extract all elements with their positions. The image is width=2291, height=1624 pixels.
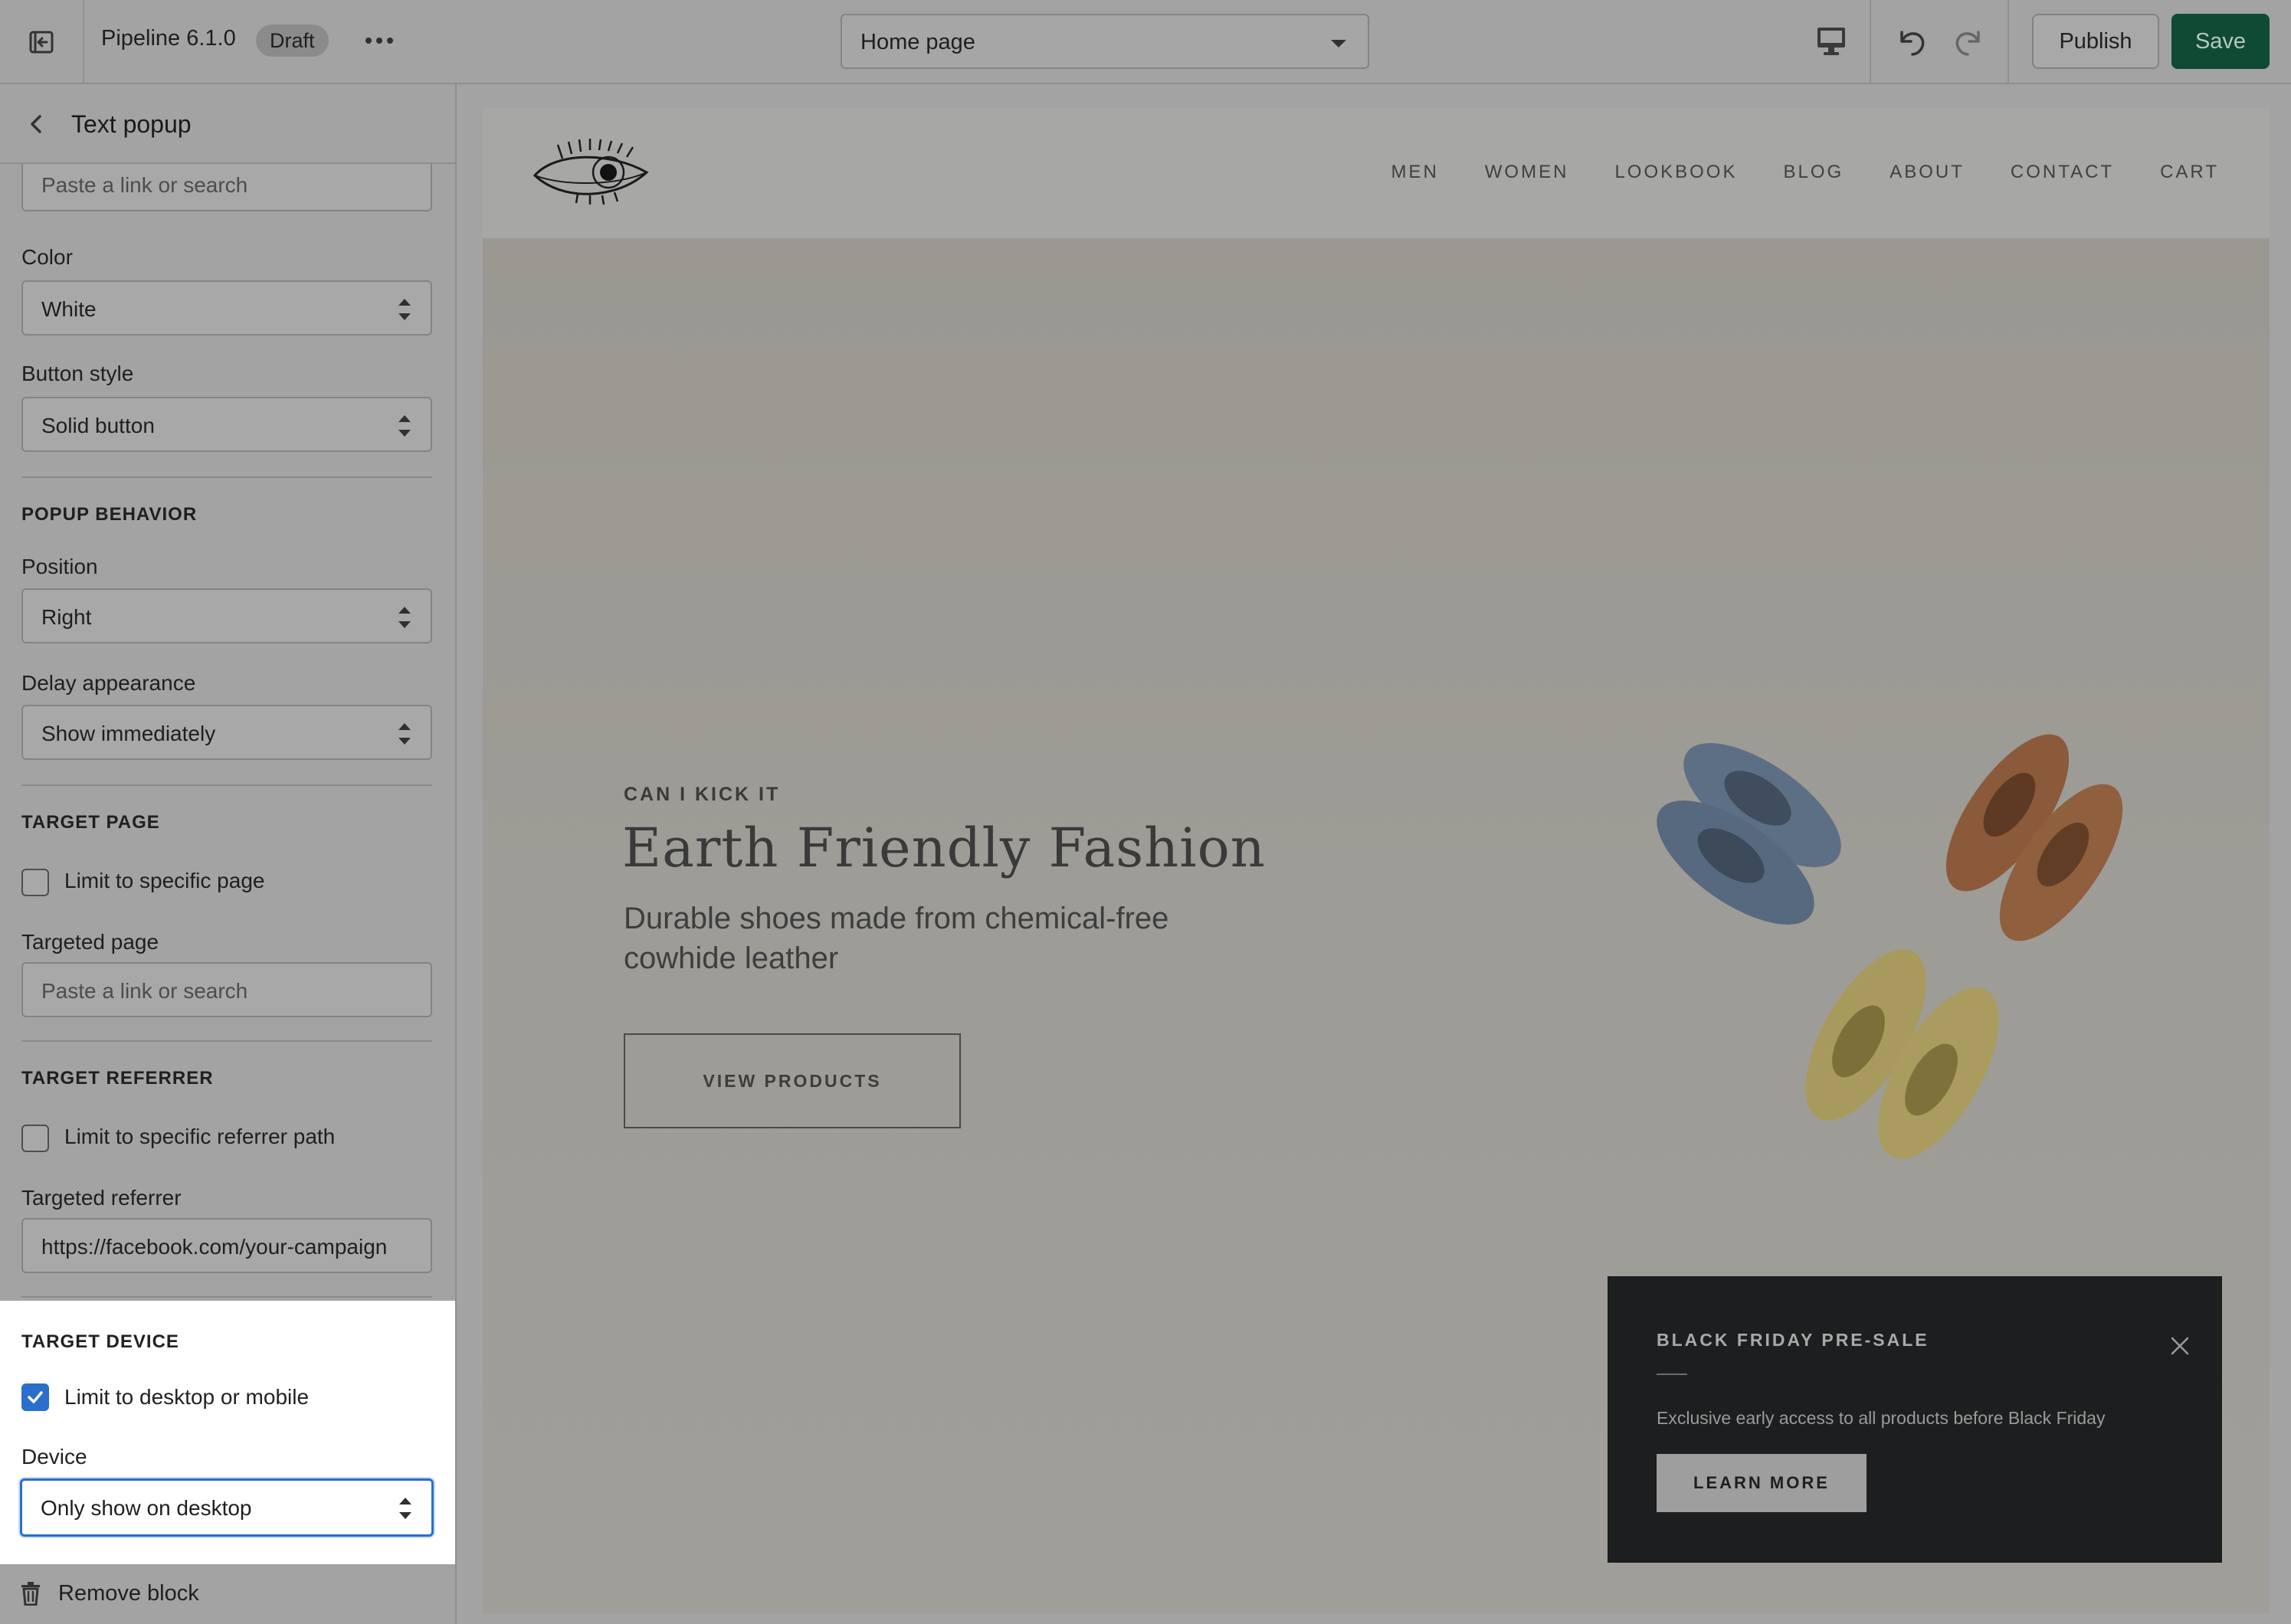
popup-text: Exclusive early access to all products b… — [1657, 1408, 2106, 1428]
undo-icon — [1900, 31, 1925, 56]
target-page-title: TARGET PAGE — [21, 812, 160, 833]
nav-item-lookbook[interactable]: LOOKBOOK — [1614, 162, 1737, 183]
desktop-icon — [1817, 28, 1845, 55]
more-actions-button[interactable] — [360, 23, 398, 58]
store-preview: MEN WOMEN LOOKBOOK BLOG ABOUT CONTACT CA… — [483, 108, 2270, 1613]
target-device-section: TARGET DEVICE Limit to desktop or mobile… — [0, 1301, 455, 1564]
device-select-value: Only show on desktop — [41, 1496, 252, 1520]
color-label: Color — [21, 245, 73, 269]
remove-block-button[interactable]: Remove block — [0, 1564, 455, 1624]
nav-item-blog[interactable]: BLOG — [1783, 162, 1844, 183]
targeted-referrer-value: https://facebook.com/your-campaign — [41, 1235, 388, 1259]
redo-button[interactable] — [1948, 21, 1991, 63]
view-products-button[interactable]: VIEW PRODUCTS — [624, 1033, 961, 1128]
more-icon-dot — [365, 38, 372, 44]
learn-more-button[interactable]: LEARN MORE — [1657, 1454, 1867, 1512]
undo-button[interactable] — [1890, 21, 1932, 63]
position-label: Position — [21, 555, 98, 578]
device-preview-button[interactable] — [1810, 21, 1853, 61]
select-arrows-icon — [398, 607, 411, 628]
redo-icon — [1955, 31, 1980, 56]
targeted-page-input[interactable]: Paste a link or search — [21, 962, 432, 1017]
delay-label: Delay appearance — [21, 671, 196, 695]
hero-subhead: Durable shoes made from chemical-free co… — [624, 902, 1169, 975]
toolbar-divider — [1870, 0, 1871, 84]
remove-block-label: Remove block — [58, 1581, 199, 1606]
link-input[interactable]: Paste a link or search — [21, 164, 432, 211]
popup-divider — [1657, 1374, 1687, 1375]
limit-page-checkbox-label[interactable]: Limit to specific page — [64, 869, 264, 893]
button-style-select[interactable]: Solid button — [21, 397, 432, 452]
sidebar-header: Text popup — [0, 84, 455, 164]
exit-button[interactable] — [0, 0, 84, 84]
targeted-page-label: Targeted page — [21, 930, 159, 954]
chevron-left-icon — [31, 115, 41, 133]
targeted-page-placeholder: Paste a link or search — [41, 979, 248, 1003]
popup-behavior-title: POPUP BEHAVIOR — [21, 504, 198, 525]
hero-headline: Earth Friendly Fashion — [622, 817, 1266, 879]
device-select[interactable]: Only show on desktop — [20, 1478, 434, 1537]
target-device-title: TARGET DEVICE — [21, 1331, 179, 1352]
settings-sidebar: Text popup Paste a link or search Color … — [0, 84, 457, 1624]
limit-device-checkbox-label[interactable]: Limit to desktop or mobile — [64, 1385, 309, 1410]
main-nav: MEN WOMEN LOOKBOOK BLOG ABOUT CONTACT CA… — [1391, 162, 2219, 183]
chevron-down-icon — [1331, 40, 1346, 47]
section-divider — [21, 784, 432, 786]
delay-select[interactable]: Show immediately — [21, 705, 432, 760]
text-popup: BLACK FRIDAY PRE-SALE Exclusive early ac… — [1608, 1276, 2222, 1563]
limit-device-checkbox[interactable] — [21, 1383, 49, 1411]
toolbar-divider — [2007, 0, 2009, 84]
checkmark-icon — [28, 1391, 43, 1403]
nav-item-contact[interactable]: CONTACT — [2011, 162, 2114, 183]
device-label: Device — [21, 1445, 87, 1468]
section-divider — [21, 1296, 432, 1298]
trash-icon — [21, 1582, 40, 1606]
targeted-referrer-input[interactable]: https://facebook.com/your-campaign — [21, 1218, 432, 1273]
button-style-label: Button style — [21, 362, 134, 385]
nav-item-cart[interactable]: CART — [2160, 162, 2219, 183]
color-select[interactable]: White — [21, 280, 432, 336]
more-icon-dot — [387, 38, 393, 44]
section-divider — [21, 1040, 432, 1042]
limit-referrer-checkbox-label[interactable]: Limit to specific referrer path — [64, 1125, 335, 1149]
editor-topbar: Pipeline 6.1.0 Draft Home page Publish S… — [0, 0, 2291, 84]
nav-item-men[interactable]: MEN — [1391, 162, 1438, 183]
theme-name: Pipeline 6.1.0 — [101, 26, 236, 51]
save-button[interactable]: Save — [2171, 14, 2270, 69]
select-arrows-icon — [399, 1498, 411, 1519]
select-arrows-icon — [398, 415, 411, 437]
exit-icon — [29, 31, 54, 54]
target-referrer-title: TARGET REFERRER — [21, 1068, 214, 1089]
delay-select-value: Show immediately — [41, 722, 216, 745]
more-icon-dot — [376, 38, 382, 44]
store-header: MEN WOMEN LOOKBOOK BLOG ABOUT CONTACT CA… — [483, 108, 2270, 238]
hero-eyebrow: CAN I KICK IT — [624, 784, 781, 805]
select-arrows-icon — [398, 299, 411, 320]
limit-page-checkbox[interactable] — [21, 869, 49, 896]
select-arrows-icon — [398, 723, 411, 745]
shoes-image — [1657, 734, 2123, 1159]
limit-referrer-checkbox[interactable] — [21, 1125, 49, 1152]
section-divider — [21, 476, 432, 478]
back-button[interactable] — [23, 110, 51, 138]
page-select-value: Home page — [860, 30, 975, 54]
nav-item-about[interactable]: ABOUT — [1890, 162, 1965, 183]
eye-logo[interactable] — [532, 137, 654, 208]
targeted-referrer-label: Targeted referrer — [21, 1186, 182, 1210]
position-select[interactable]: Right — [21, 588, 432, 643]
nav-item-women[interactable]: WOMEN — [1485, 162, 1569, 183]
sidebar-title: Text popup — [71, 110, 192, 138]
link-input-placeholder: Paste a link or search — [41, 173, 248, 197]
color-select-value: White — [41, 297, 97, 321]
position-select-value: Right — [41, 605, 92, 629]
publish-button[interactable]: Publish — [2032, 14, 2159, 69]
page-select[interactable]: Home page — [841, 14, 1369, 69]
popup-title: BLACK FRIDAY PRE-SALE — [1657, 1330, 1929, 1350]
draft-badge: Draft — [256, 25, 329, 57]
button-style-select-value: Solid button — [41, 414, 155, 437]
close-icon[interactable] — [2170, 1336, 2190, 1356]
